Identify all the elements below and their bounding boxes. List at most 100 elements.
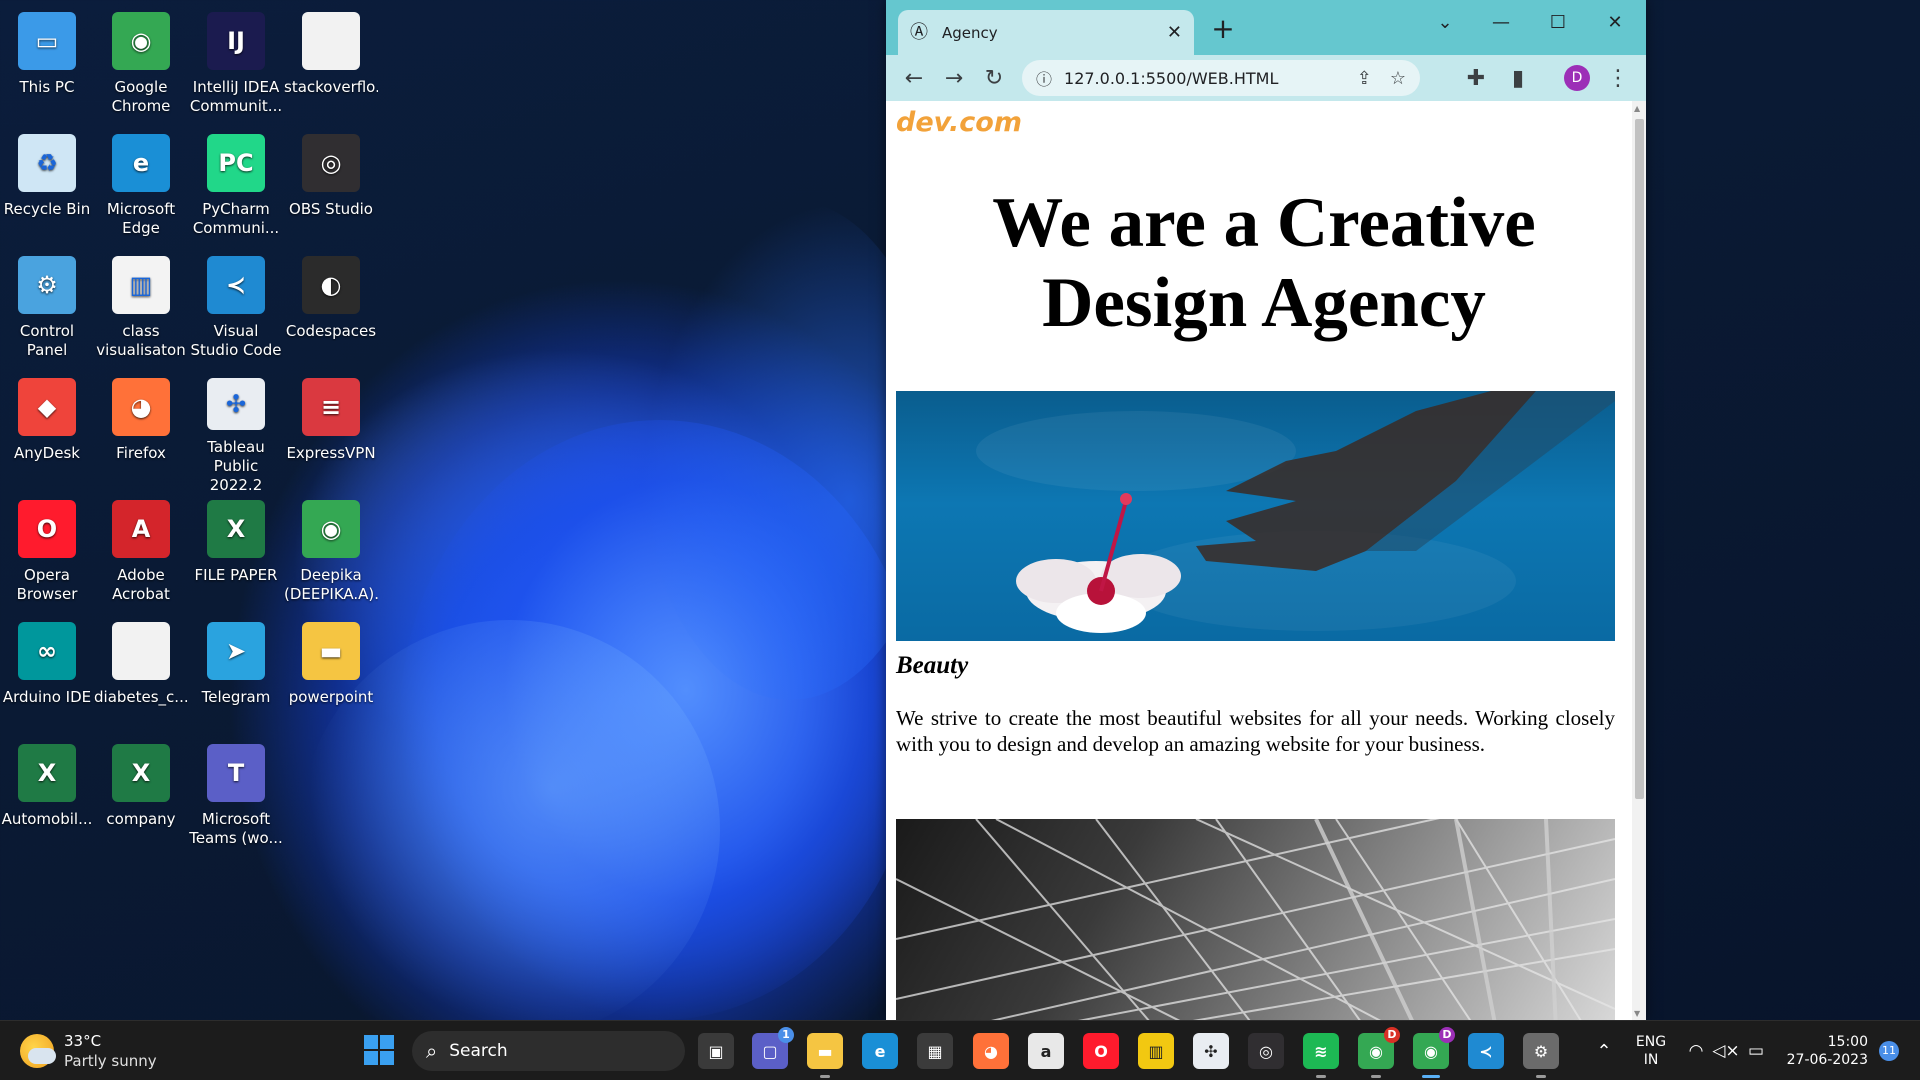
battery-charging-icon[interactable]: ▭ [1744,1021,1768,1080]
desktop-icon[interactable]: e Microsoft Edge [94,128,188,246]
reload-button[interactable]: ↻ [974,60,1014,96]
side-panel-icon[interactable]: ▮ [1498,60,1538,96]
desktop-icon[interactable]: A Adobe Acrobat [94,494,188,612]
speaker-muted-icon[interactable]: ◁× [1712,1021,1739,1080]
scrollbar-thumb[interactable] [1635,119,1644,799]
excel-file-icon: X [18,744,76,802]
desktop-icon[interactable]: ⚙ Control Panel [0,250,94,368]
weather-widget[interactable]: 33°C Partly sunny [20,1031,157,1071]
search-icon: ⌕ [426,1039,438,1063]
desktop-icon[interactable]: ➤ Telegram [189,616,283,734]
desktop-icon[interactable]: ◕ Firefox [94,372,188,490]
desktop-icon[interactable]: ◉ Google Chrome [94,6,188,124]
running-indicator [1422,1075,1440,1078]
file-explorer-icon[interactable]: ▬ [807,1033,843,1078]
chrome-profile-icon[interactable]: ◉ D [1413,1027,1455,1078]
opera-icon: O [18,500,76,558]
taskbar-app-glyph: ≺ [1479,1041,1493,1061]
language-indicator[interactable]: ENG IN [1628,1021,1674,1080]
desktop-icon[interactable]: ✣ Tableau Public 2022.2 [189,372,283,490]
maximize-button[interactable]: ☐ [1541,8,1575,38]
site-logo[interactable]: dev.com [896,107,1022,138]
desktop-icon[interactable]: ◆ AnyDesk [0,372,94,490]
desktop-icon[interactable]: ≡ ExpressVPN [284,372,378,490]
running-indicator [1316,1075,1326,1078]
extensions-icon[interactable]: ✚ [1456,60,1496,96]
close-window-button[interactable]: ✕ [1598,8,1632,38]
desktop-icon-label: diabetes_c... [94,688,188,706]
excel-file-icon: X [112,744,170,802]
spotify-icon[interactable]: ≋ [1303,1033,1339,1078]
opera-icon[interactable]: O [1083,1033,1119,1069]
desktop-icon[interactable]: ◐ Codespaces [284,250,378,368]
tab-search-chevron-icon[interactable]: ⌄ [1428,8,1462,38]
desktop-icon[interactable]: T Microsoft Teams (wo... [189,738,283,856]
start-button[interactable] [364,1035,394,1065]
new-tab-button[interactable]: + [1208,14,1238,44]
powerbi-icon[interactable]: ▥ [1138,1033,1174,1069]
scroll-down-arrow-icon[interactable]: ▼ [1634,1009,1640,1018]
taskbar-search[interactable]: ⌕ Search [412,1031,685,1071]
address-bar[interactable]: ⓘ 127.0.0.1:5500/WEB.HTML ⇪ ☆ [1022,60,1420,96]
teams-chat-icon[interactable]: ▢ 1 [752,1027,794,1069]
desktop-icon[interactable]: ♻ Recycle Bin [0,128,94,246]
desktop-icon[interactable]: X Automobil... [0,738,94,856]
microsoft-store-icon[interactable]: ▦ [917,1033,953,1069]
edge-icon[interactable]: e [862,1033,898,1069]
browser-toolbar: ← → ↻ ⓘ 127.0.0.1:5500/WEB.HTML ⇪ ☆ ✚ ▮ … [886,55,1646,101]
forward-button[interactable]: → [934,60,974,96]
taskbar-app-glyph: ▢ [762,1041,778,1061]
running-indicator [820,1075,830,1078]
desktop-icon[interactable]: Xcompany [94,738,188,856]
share-icon[interactable]: ⇪ [1357,68,1372,89]
desktop-icon[interactable]: ◎ OBS Studio [284,128,378,246]
vscode-icon[interactable]: ≺ [1468,1033,1504,1069]
desktop-icon[interactable]: X FILE PAPER [189,494,283,612]
desktop-icon-label: powerpoint [288,688,374,706]
amazon-icon[interactable]: a [1028,1033,1064,1069]
desktop-icon[interactable]: ∞ Arduino IDE [0,616,94,734]
taskbar-app-glyph: ◉ [1369,1041,1383,1061]
desktop-icon[interactable]: stackoverflo... [284,6,378,124]
desktop-icon[interactable]: ≺ Visual Studio Code [189,250,283,368]
desktop-icon-label: Control Panel [19,322,75,359]
desktop-icon[interactable]: ▥ class visualisaton [94,250,188,368]
telegram-icon: ➤ [207,622,265,680]
hand-flower-water-image [896,391,1615,641]
show-hidden-icons-chevron-icon[interactable]: ⌃ [1590,1021,1618,1080]
tableau-icon[interactable]: ✣ [1193,1033,1229,1069]
close-tab-icon[interactable]: ✕ [1167,22,1182,43]
desktop-icon[interactable]: O Opera Browser [0,494,94,612]
bookmark-star-icon[interactable]: ☆ [1390,68,1406,89]
desktop-icon-label: Recycle Bin [3,200,91,218]
taskbar: 33°C Partly sunny ⌕ Search ▣ ▢ 1 ▬ e ▦ ◕ a O ▥ ✣ ◎ ≋… [0,1020,1920,1080]
desktop-icon[interactable]: ▭ This PC [0,6,94,124]
desktop-icon[interactable]: ▬ powerpoint [284,616,378,734]
scroll-up-arrow-icon[interactable]: ▲ [1634,104,1640,113]
desktop-icon[interactable]: PC PyCharm Communi... [189,128,283,246]
page-scrollbar[interactable]: ▲ ▼ [1632,101,1646,1020]
desktop-icon[interactable]: IJ IntelliJ IDEA Communit... [189,6,283,124]
file-icon [302,12,360,70]
desktop-icon[interactable]: ◉ Deepika (DEEPIKA.A)... [284,494,378,612]
obs-icon[interactable]: ◎ [1248,1033,1284,1069]
taskbar-app-glyph: ▦ [927,1041,943,1061]
tab-agency[interactable]: Ⓐ Agency ✕ [898,10,1194,55]
task-view-icon[interactable]: ▣ [698,1033,734,1069]
profile-avatar[interactable]: D [1564,65,1590,91]
site-info-icon[interactable]: ⓘ [1036,66,1052,90]
wifi-icon[interactable]: ◠ [1684,1021,1708,1080]
minimize-button[interactable]: — [1484,8,1518,38]
firefox-icon: ◕ [112,378,170,436]
settings-icon[interactable]: ⚙ [1523,1033,1559,1078]
obs-icon: ◎ [302,134,360,192]
notification-center[interactable]: 11 [1876,1021,1902,1080]
chrome-icon[interactable]: ◉ D [1358,1027,1400,1078]
menu-kebab-icon[interactable]: ⋮ [1598,60,1638,96]
clock[interactable]: 15:00 27-06-2023 [1776,1021,1868,1080]
desktop-icon[interactable]: diabetes_c... [94,616,188,734]
desktop-icon-label: company [106,810,176,828]
back-button[interactable]: ← [894,60,934,96]
firefox-icon[interactable]: ◕ [973,1033,1009,1069]
taskbar-app-glyph: ▬ [817,1041,833,1061]
